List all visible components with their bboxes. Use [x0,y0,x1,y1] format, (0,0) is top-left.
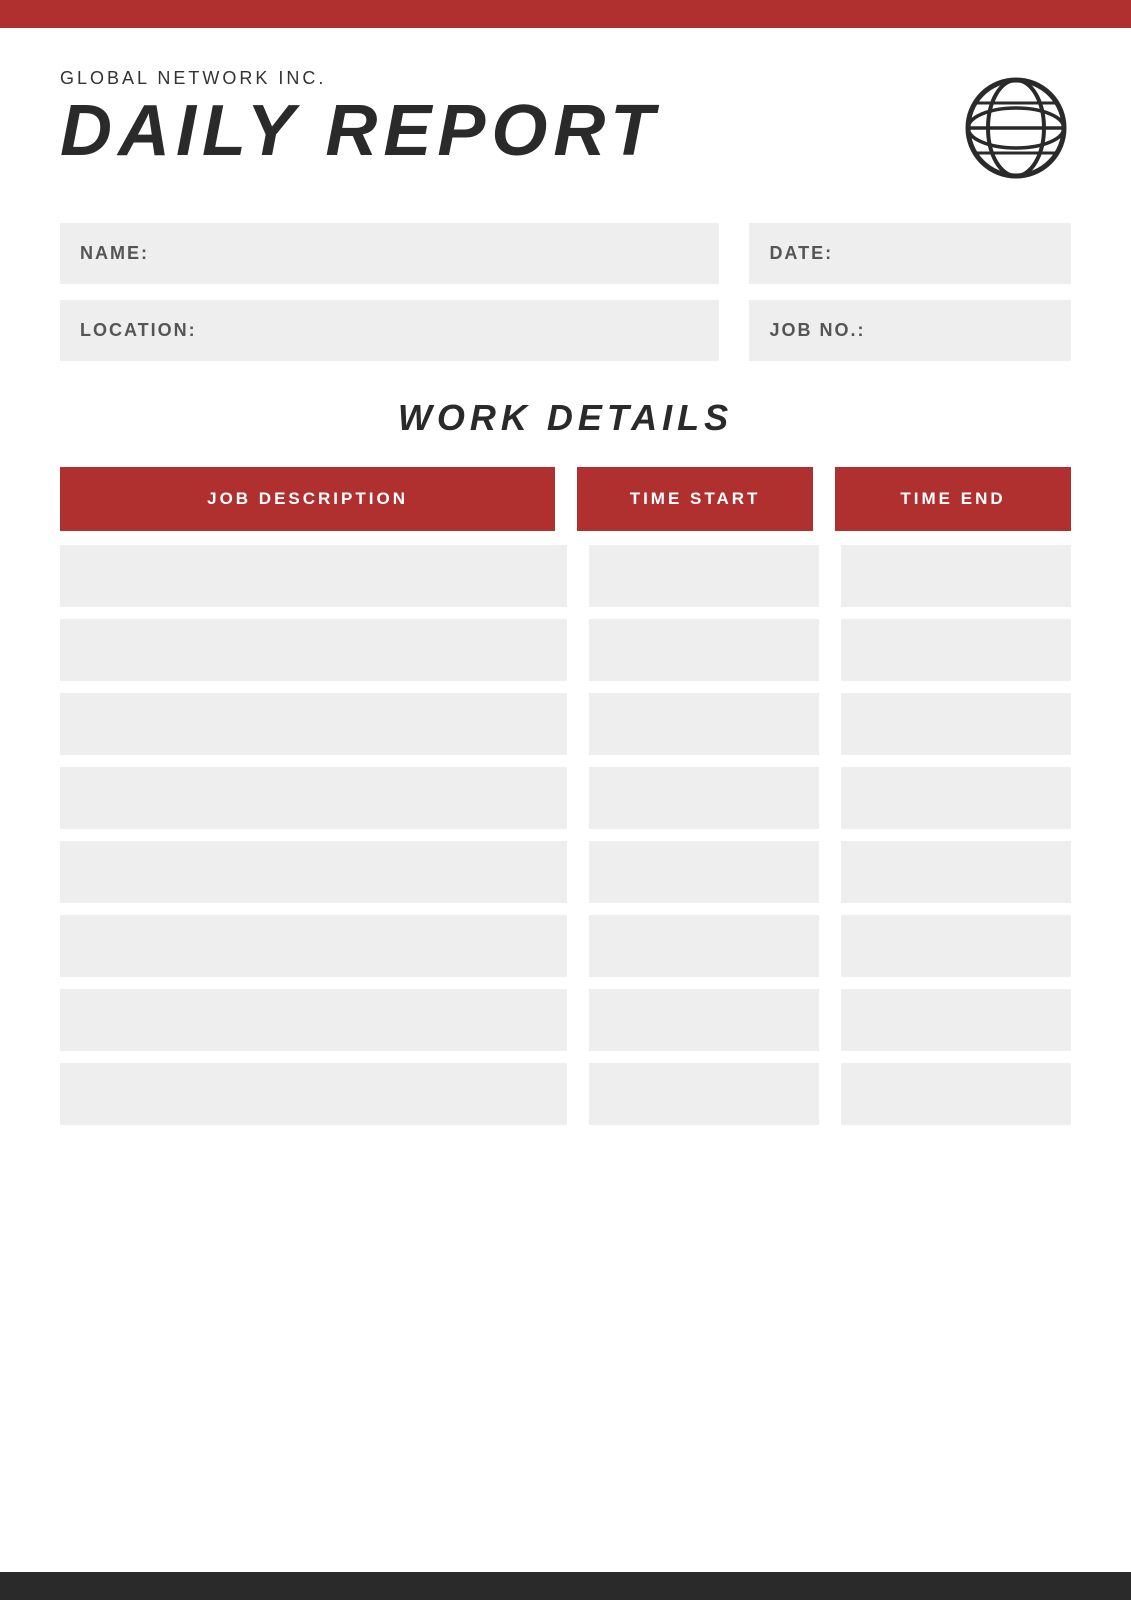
report-title: DAILY REPORT [60,95,660,167]
bottom-bar [0,1572,1131,1600]
table-row [60,767,1071,829]
company-name: GLOBAL NETWORK INC. [60,68,660,89]
row5-end[interactable] [841,841,1071,903]
row6-job[interactable] [60,915,567,977]
name-label: NAME: [80,243,149,264]
col-time-end: TIME END [835,467,1071,531]
row4-end[interactable] [841,767,1071,829]
form-row-2: LOCATION: JOB NO.: [60,300,1071,361]
job-no-field[interactable]: JOB NO.: [749,300,1071,361]
globe-icon [961,73,1071,183]
row2-job[interactable] [60,619,567,681]
header-left: GLOBAL NETWORK INC. DAILY REPORT [60,68,660,167]
header-section: GLOBAL NETWORK INC. DAILY REPORT [60,68,1071,183]
table-row [60,545,1071,607]
row2-end[interactable] [841,619,1071,681]
row8-job[interactable] [60,1063,567,1125]
row7-job[interactable] [60,989,567,1051]
work-details-table: JOB DESCRIPTION TIME START TIME END [60,467,1071,1125]
row1-end[interactable] [841,545,1071,607]
table-row [60,1063,1071,1125]
row1-start[interactable] [589,545,819,607]
row8-end[interactable] [841,1063,1071,1125]
row2-start[interactable] [589,619,819,681]
table-row [60,989,1071,1051]
row5-job[interactable] [60,841,567,903]
col-job-description: JOB DESCRIPTION [60,467,555,531]
row5-start[interactable] [589,841,819,903]
row4-job[interactable] [60,767,567,829]
table-row [60,619,1071,681]
name-field[interactable]: NAME: [60,223,719,284]
location-field[interactable]: LOCATION: [60,300,719,361]
table-row [60,693,1071,755]
form-row-1: NAME: DATE: [60,223,1071,284]
location-label: LOCATION: [80,320,197,341]
job-no-label: JOB NO.: [769,320,865,341]
row7-end[interactable] [841,989,1071,1051]
col-time-start: TIME START [577,467,813,531]
top-bar [0,0,1131,28]
row3-job[interactable] [60,693,567,755]
date-field[interactable]: DATE: [749,223,1071,284]
row4-start[interactable] [589,767,819,829]
page-content: GLOBAL NETWORK INC. DAILY REPORT NAME: D… [0,28,1131,1177]
date-label: DATE: [769,243,833,264]
row6-end[interactable] [841,915,1071,977]
row7-start[interactable] [589,989,819,1051]
row8-start[interactable] [589,1063,819,1125]
table-row [60,841,1071,903]
row1-job[interactable] [60,545,567,607]
row3-start[interactable] [589,693,819,755]
row3-end[interactable] [841,693,1071,755]
row6-start[interactable] [589,915,819,977]
work-details-title: WORK DETAILS [60,397,1071,439]
table-header: JOB DESCRIPTION TIME START TIME END [60,467,1071,531]
table-row [60,915,1071,977]
